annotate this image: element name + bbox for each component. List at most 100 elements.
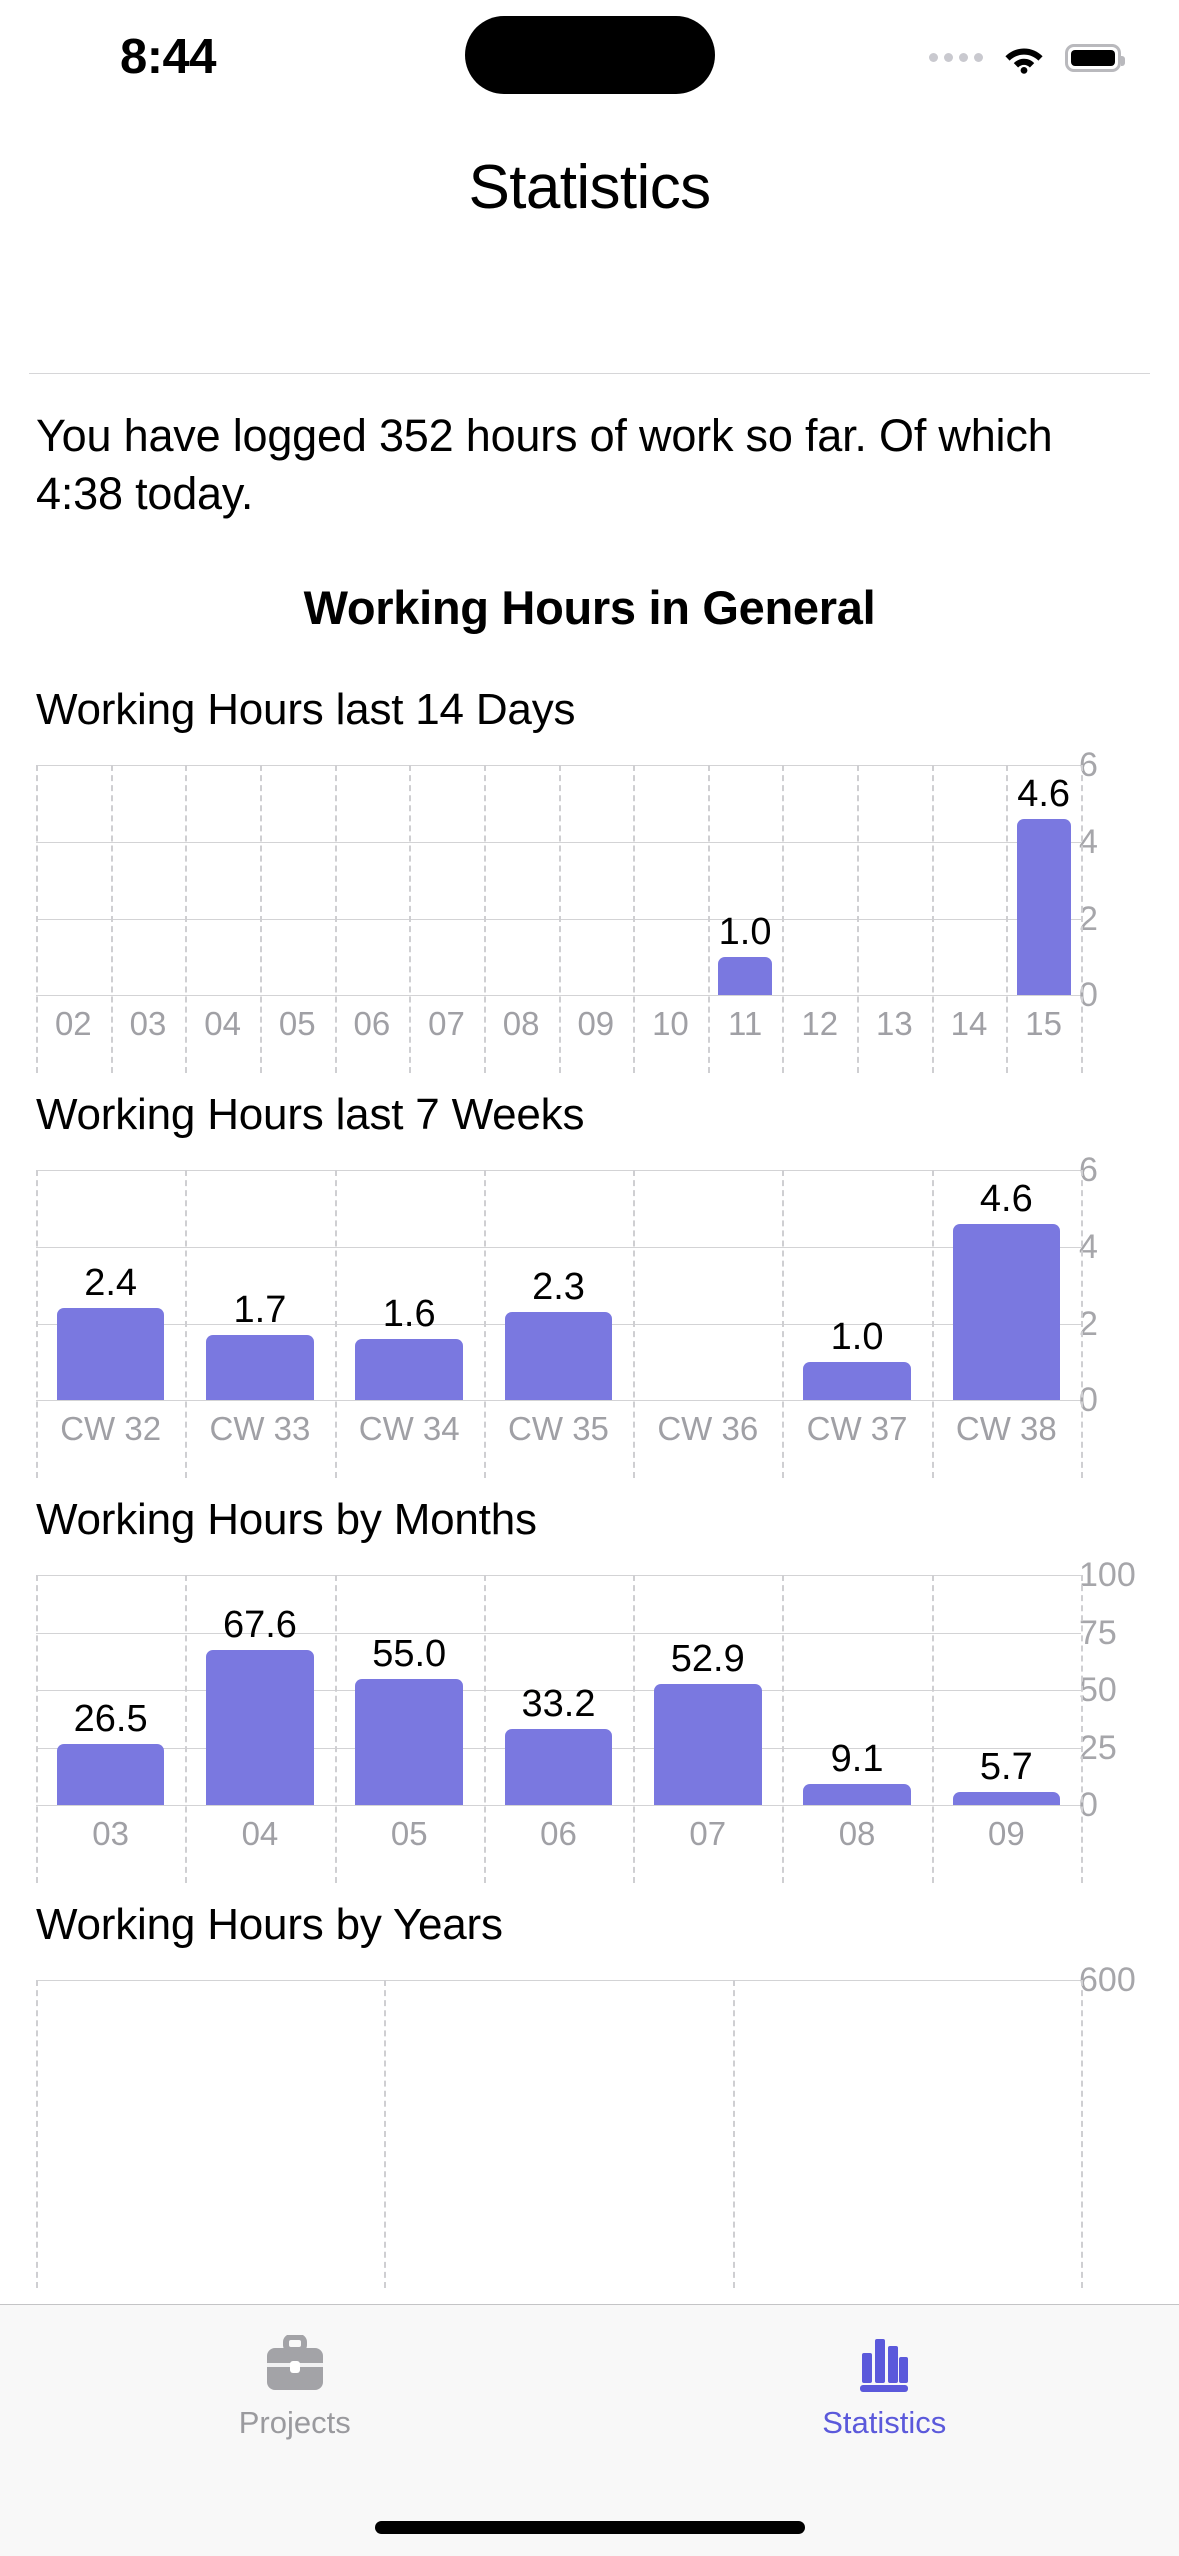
x-axis-tick: CW 38 [955,1410,1057,1448]
bar-cell[interactable]: 4.6 [932,1170,1081,1401]
bar[interactable]: 52.9 [654,1640,762,1806]
x-axis-tick: CW 37 [806,1410,908,1448]
x-axis-tick: 09 [577,1005,615,1043]
x-axis-tick: CW 32 [60,1410,162,1448]
bar-value-label: 2.4 [84,1262,138,1305]
bar[interactable]: 2.4 [56,1264,165,1401]
x-axis-tick: 13 [876,1005,913,1043]
x-axis-tick: 05 [278,1005,316,1043]
bar-chart[interactable]: 0 2 4 6 2.4 1.7 1.6 2.3 1.0 4.6 CW 32 CW 33 CW 34 CW … [36,1153,1143,1479]
x-axis-tick: 06 [540,1815,577,1853]
bar[interactable]: 4.6 [952,1180,1061,1401]
bar-cell[interactable]: 9.1 [782,1575,931,1806]
bar[interactable]: 1.6 [355,1295,463,1401]
bar-value-label: 1.7 [233,1289,287,1332]
bar-cell[interactable] [36,1980,384,2210]
bar-cell[interactable]: 33.2 [484,1575,633,1806]
x-axis-tick: 03 [92,1815,129,1853]
x-axis-tick: CW 34 [358,1410,460,1448]
bar-cell[interactable] [857,765,932,995]
y-axis-tick: 0 [1079,1381,1098,1420]
y-axis-tick: 6 [1079,746,1098,785]
bar[interactable]: 9.1 [803,1740,911,1806]
bar-cell[interactable]: 4.6 [1006,765,1081,996]
bar-chart[interactable]: 600 [36,1963,1143,2289]
y-axis-tick: 2 [1079,1304,1098,1343]
bar[interactable]: 67.6 [206,1606,314,1806]
y-axis-tick: 2 [1079,899,1098,938]
x-axis-tick: 08 [838,1815,876,1853]
bar-cell[interactable]: 5.7 [932,1575,1081,1806]
bar-cell[interactable] [633,1170,782,1400]
bar-value-label: 1.6 [382,1292,436,1335]
bar-cell[interactable]: 55.0 [335,1575,484,1806]
bar-cell[interactable] [633,765,708,995]
x-axis [36,2210,1081,2222]
bar-cell[interactable]: 1.7 [185,1170,334,1401]
bar[interactable]: 2.3 [504,1268,613,1401]
bar[interactable]: 1.0 [803,1318,911,1401]
x-axis-tick [36,2210,384,2222]
bar-cell[interactable] [558,765,633,995]
x-axis: 03 04 05 06 07 08 09 [36,1805,1081,1850]
y-axis-tick: 6 [1079,1151,1098,1190]
navigation-bar: Statistics [0,115,1179,260]
intro-text: You have logged 352 hours of work so far… [36,410,1053,519]
bar-cell[interactable] [782,765,857,995]
x-axis-tick: 15 [1025,1005,1062,1043]
bar[interactable]: 55.0 [355,1635,463,1806]
bar-cell[interactable] [733,1980,1081,2210]
bar-cell[interactable]: 67.6 [185,1575,334,1806]
chart-block: Working Hours by Months 0 25 50 75 100 26.5 67.… [36,1495,1143,1884]
bar-cell[interactable] [484,765,559,995]
tab-statistics[interactable]: Statistics [590,2331,1179,2438]
bar-cell[interactable] [932,765,1007,995]
bar-cell[interactable] [111,765,186,995]
axis-separator [1081,1980,1083,2289]
dynamic-island [464,16,715,94]
status-bar-indicators [929,42,1125,74]
battery-icon [1065,43,1125,72]
bar-chart[interactable]: 0 25 50 75 100 26.5 67.6 55.0 33.2 52.9 9.1 5.7 03 04… [36,1558,1143,1884]
bar[interactable]: 1.7 [206,1291,314,1401]
bar[interactable]: 4.6 [1016,775,1071,996]
bar-cell[interactable]: 1.0 [708,765,783,996]
tab-projects[interactable]: Projects [0,2331,590,2438]
bar[interactable]: 33.2 [504,1685,613,1806]
bar-cell[interactable] [409,765,484,995]
bar-cell[interactable]: 1.0 [782,1170,931,1401]
bar-cell[interactable]: 2.4 [36,1170,185,1401]
y-axis-tick: 25 [1079,1728,1117,1767]
axis-separator [1081,1575,1083,1884]
bar-cell[interactable] [384,1980,732,2210]
bar-cell[interactable]: 1.6 [335,1170,484,1401]
bar-cell[interactable] [260,765,335,995]
charts-container: Working Hours last 14 Days 0 2 4 6 1.0 4.6 02 03… [36,685,1143,2289]
bar-cell[interactable] [335,765,410,995]
chart-block: Working Hours by Years 600 [36,1900,1143,2289]
bar-value-label: 52.9 [670,1637,745,1680]
scroll-content[interactable]: You have logged 352 hours of work so far… [0,374,1179,2304]
bar-chart[interactable]: 0 2 4 6 1.0 4.6 02 03 04 05 06 07 08 09 10 11 12 13 14 15 [36,748,1143,1074]
chart-title: Working Hours by Years [36,1900,503,1950]
bar[interactable]: 26.5 [56,1700,165,1806]
y-axis-tick: 0 [1079,976,1098,1015]
chart-block: Working Hours last 14 Days 0 2 4 6 1.0 4.6 02 03… [36,685,1143,1074]
x-axis-tick: CW 33 [209,1410,311,1448]
bar-value-label: 33.2 [521,1682,596,1725]
chart-title: Working Hours last 14 Days [36,685,576,735]
x-axis-tick: 02 [54,1005,92,1043]
y-axis-tick: 100 [1079,1556,1136,1595]
bar-cell[interactable]: 2.3 [484,1170,633,1401]
bar-cell[interactable]: 26.5 [36,1575,185,1806]
x-axis-tick: 03 [129,1005,167,1043]
bar-cell[interactable] [185,765,260,995]
bar-cell[interactable] [36,765,111,995]
bar[interactable]: 5.7 [952,1748,1061,1806]
tab-bar: Projects Statistics [0,2304,1179,2556]
bar-cell[interactable]: 52.9 [633,1575,782,1806]
bar[interactable]: 1.0 [718,913,772,996]
x-axis-tick: 04 [241,1815,279,1853]
bar-chart-icon [853,2331,915,2397]
bar-value-label: 9.1 [830,1738,884,1781]
